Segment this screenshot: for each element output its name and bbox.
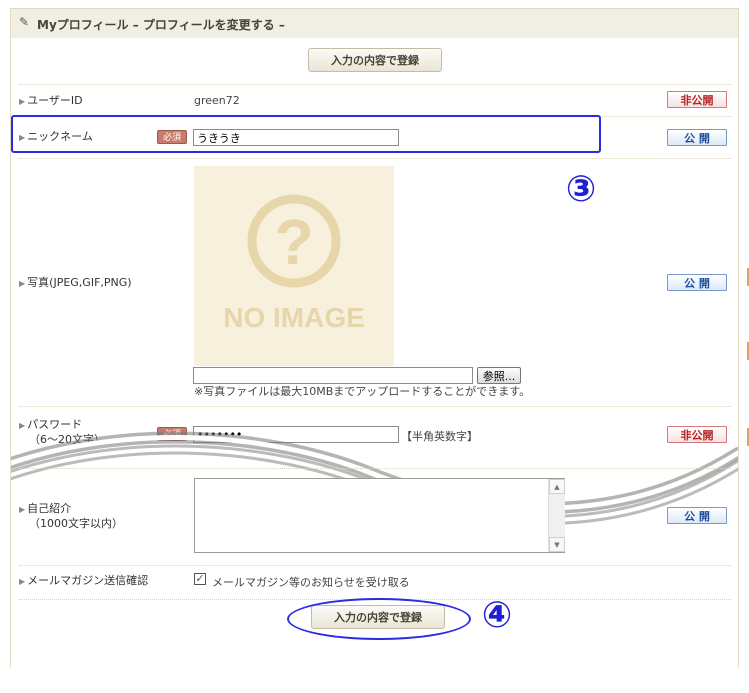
intro-textarea[interactable] bbox=[194, 478, 565, 553]
mail-checkbox[interactable]: ✓ bbox=[194, 573, 206, 585]
divider bbox=[19, 84, 731, 85]
submit-highlight-annotation bbox=[287, 598, 471, 640]
pencil-icon: ✎ bbox=[19, 15, 30, 29]
annotation-marker-3: ③ bbox=[565, 169, 597, 210]
scroll-down-icon[interactable]: ▼ bbox=[549, 537, 565, 552]
section-header: ✎ Myプロフィール – プロフィールを変更する – bbox=[11, 8, 738, 38]
scroll-up-icon[interactable]: ▲ bbox=[549, 479, 565, 494]
question-mark-icon: ? bbox=[247, 194, 341, 288]
user-id-label: ユーザーID bbox=[27, 94, 83, 107]
no-image-placeholder: ? NO IMAGE bbox=[194, 166, 394, 366]
divider bbox=[19, 158, 731, 159]
page-title: Myプロフィール – プロフィールを変更する – bbox=[37, 18, 285, 32]
annotation-marker-4: ④ bbox=[481, 595, 513, 636]
textarea-scrollbar[interactable]: ▲ ▼ bbox=[548, 479, 565, 552]
photo-label: 写真(JPEG,GIF,PNG) bbox=[27, 276, 132, 289]
divider bbox=[19, 468, 731, 469]
divider bbox=[19, 565, 731, 566]
no-image-text: NO IMAGE bbox=[223, 302, 365, 333]
visibility-badge-intro[interactable]: 公 開 bbox=[667, 507, 727, 524]
photo-note: ※写真ファイルは最大10MBまでアップロードすることができます。 bbox=[194, 385, 531, 398]
row-label-intro: ▶ 自己紹介 （1000文字以内） bbox=[19, 502, 123, 531]
nickname-highlight-annotation bbox=[11, 115, 601, 153]
row-label-photo: ▶ 写真(JPEG,GIF,PNG) bbox=[19, 276, 132, 291]
triangle-icon: ▶ bbox=[19, 97, 26, 106]
row-label-user-id: ▶ ユーザーID bbox=[19, 94, 83, 109]
mail-label: メールマガジン送信確認 bbox=[27, 574, 149, 587]
svg-text:?: ? bbox=[274, 206, 313, 278]
intro-sublabel: （1000文字以内） bbox=[29, 517, 123, 530]
mail-checkbox-label: メールマガジン等のお知らせを受け取る bbox=[212, 576, 410, 589]
photo-file-input[interactable] bbox=[193, 367, 473, 384]
submit-button-top[interactable]: 入力の内容で登録 bbox=[308, 48, 442, 72]
divider bbox=[19, 406, 731, 407]
triangle-icon: ▶ bbox=[19, 505, 26, 514]
intro-label: 自己紹介 bbox=[27, 502, 72, 515]
visibility-badge-user-id[interactable]: 非公開 bbox=[667, 91, 727, 108]
visibility-badge-photo[interactable]: 公 開 bbox=[667, 274, 727, 291]
profile-form-frame: ✎ Myプロフィール – プロフィールを変更する – 入力の内容で登録 ▶ ユーザ… bbox=[10, 8, 739, 668]
triangle-icon: ▶ bbox=[19, 577, 26, 586]
visibility-badge-nickname[interactable]: 公 開 bbox=[667, 129, 727, 146]
row-label-mail: ▶ メールマガジン送信確認 bbox=[19, 574, 148, 589]
triangle-icon: ▶ bbox=[19, 279, 26, 288]
browse-button[interactable]: 参照... bbox=[477, 367, 521, 384]
user-id-value: green72 bbox=[194, 94, 240, 107]
